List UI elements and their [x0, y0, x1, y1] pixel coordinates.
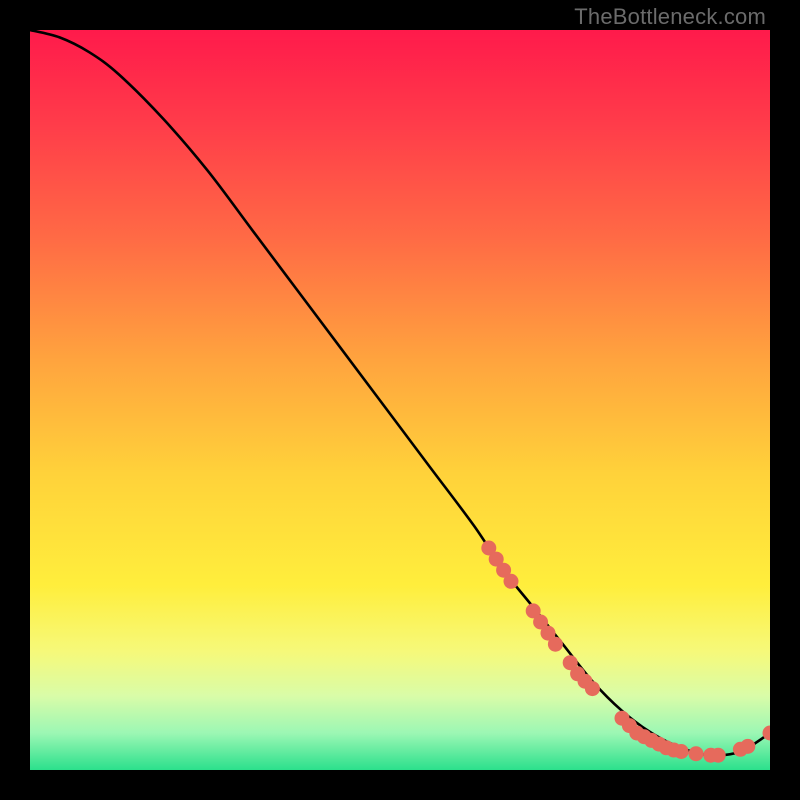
plot-background [30, 30, 770, 770]
watermark-text: TheBottleneck.com [574, 4, 766, 30]
marker-point [689, 746, 704, 761]
marker-point [548, 637, 563, 652]
bottleneck-chart [30, 30, 770, 770]
marker-point [711, 748, 726, 763]
marker-point [674, 744, 689, 759]
marker-point [585, 681, 600, 696]
chart-stage: TheBottleneck.com [0, 0, 800, 800]
marker-point [504, 574, 519, 589]
marker-point [740, 739, 755, 754]
